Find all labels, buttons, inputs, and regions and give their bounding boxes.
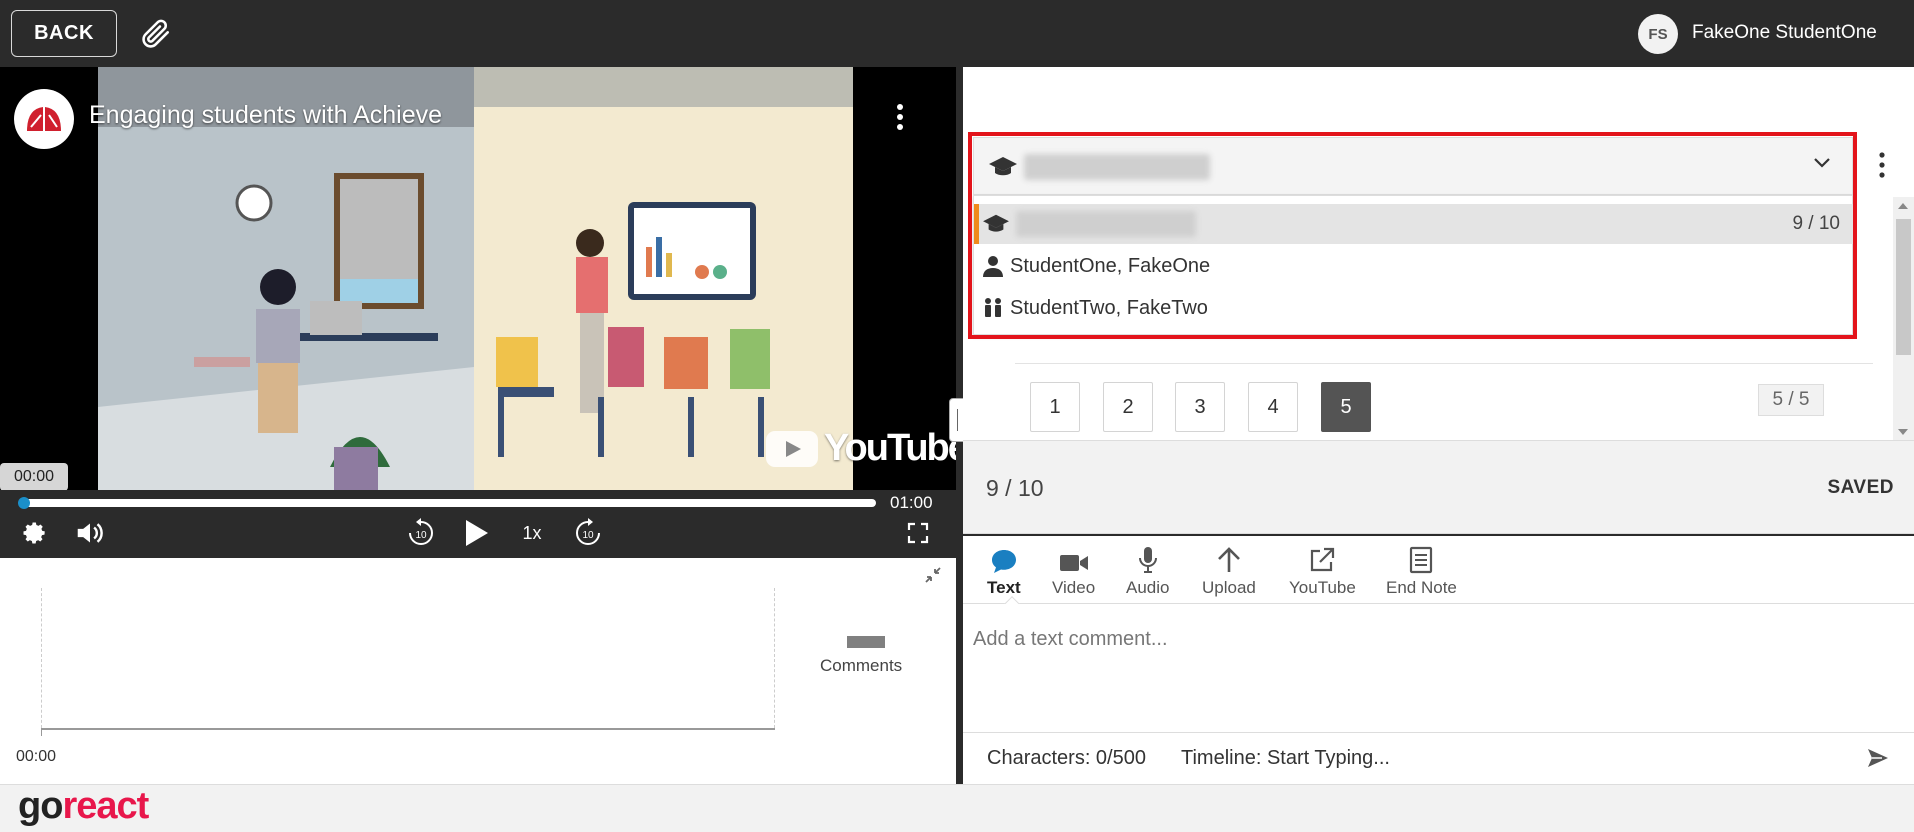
- comment-timeline: 00:00 Comments: [0, 558, 956, 784]
- settings-gear-icon[interactable]: [16, 515, 52, 551]
- student-name: StudentTwo, FakeTwo: [1010, 296, 1208, 319]
- tool-youtube[interactable]: YouTube: [1289, 544, 1356, 598]
- page-button-1[interactable]: 1: [1030, 382, 1080, 432]
- play-icon[interactable]: [458, 515, 494, 551]
- people-icon: [982, 296, 1010, 320]
- tool-video[interactable]: Video: [1052, 544, 1095, 598]
- fullscreen-icon[interactable]: [900, 515, 936, 551]
- forward-seconds: 10: [582, 530, 594, 541]
- character-count: Characters: 0/500: [987, 747, 1146, 769]
- timeline-grid-line: [41, 588, 42, 728]
- back-button[interactable]: BACK: [11, 10, 117, 57]
- dropdown-option-student[interactable]: StudentOne, FakeOne: [974, 246, 1854, 286]
- graduation-cap-icon: [982, 212, 1010, 236]
- brand-go: go: [18, 785, 63, 827]
- forward-10-icon[interactable]: 10: [570, 515, 606, 551]
- rewind-seconds: 10: [415, 530, 427, 541]
- dropdown-option-group-members[interactable]: StudentTwo, FakeTwo: [974, 288, 1854, 328]
- video-title[interactable]: Engaging students with Achieve: [89, 101, 442, 130]
- scroll-down-arrow-icon[interactable]: [1898, 429, 1908, 435]
- grader-area: 9 / 10 StudentOne, FakeOne StudentTwo, F…: [963, 67, 1914, 441]
- page-button-5[interactable]: 5: [1321, 382, 1371, 432]
- total-score: 9 / 10: [986, 475, 1044, 501]
- page-count: 5 / 5: [1758, 384, 1824, 416]
- tool-text[interactable]: Text: [987, 544, 1021, 598]
- comment-type-toolbar: Text Video Audio Upload YouTube End Note: [963, 534, 1914, 616]
- tool-upload[interactable]: Upload: [1202, 544, 1256, 598]
- channel-logo[interactable]: [14, 89, 74, 149]
- playback-speed[interactable]: 1x: [516, 515, 548, 551]
- speech-bubble-icon: [990, 544, 1018, 574]
- legend-swatch: [847, 636, 885, 648]
- progress-bar[interactable]: [17, 497, 876, 509]
- timeline-axis: [41, 728, 775, 730]
- timeline-start-label: 00:00: [16, 748, 57, 765]
- timeline-grid-line: [774, 588, 775, 728]
- microphone-icon: [1137, 544, 1159, 574]
- tool-end-note[interactable]: End Note: [1386, 544, 1457, 598]
- score-strip: 9 / 10 SAVED: [963, 440, 1914, 534]
- redacted-group-name: [1024, 154, 1210, 180]
- youtube-play-icon: [766, 430, 818, 467]
- tool-label: End Note: [1386, 578, 1457, 597]
- tool-label: Upload: [1202, 578, 1256, 597]
- page-button-2[interactable]: 2: [1103, 382, 1153, 432]
- video-camera-icon: [1059, 544, 1089, 574]
- upload-arrow-icon: [1215, 544, 1243, 574]
- brand-react: react: [62, 785, 149, 827]
- top-bar: BACK FS FakeOne StudentOne: [0, 0, 1914, 67]
- dropdown-option-group[interactable]: 9 / 10: [974, 204, 1854, 244]
- tool-label: Video: [1052, 578, 1096, 597]
- comment-input[interactable]: [963, 604, 1914, 732]
- tool-audio[interactable]: Audio: [1126, 544, 1169, 598]
- scroll-thumb[interactable]: [1896, 219, 1911, 355]
- time-tooltip: 00:00: [0, 463, 68, 490]
- youtube-wordmark: YouTube: [824, 427, 956, 469]
- tool-label: YouTube: [1289, 578, 1356, 597]
- group-score: 9 / 10: [1792, 213, 1840, 234]
- tool-label: Text: [987, 578, 1021, 597]
- timeline-status: Timeline: Start Typing...: [1181, 747, 1390, 769]
- collapse-icon[interactable]: [924, 566, 942, 584]
- grading-panel: 3 9 / 10: [963, 67, 1914, 784]
- progress-handle[interactable]: [17, 497, 30, 509]
- user-name[interactable]: FakeOne StudentOne: [1692, 22, 1877, 44]
- duration: 01:00: [890, 493, 933, 512]
- document-icon: [1409, 544, 1433, 574]
- page-button-4[interactable]: 4: [1248, 382, 1298, 432]
- student-name: StudentOne, FakeOne: [1010, 254, 1211, 277]
- chevron-down-icon[interactable]: [1812, 156, 1832, 175]
- divider: [1015, 363, 1873, 364]
- player-controls: 01:00 10 1x 10: [0, 490, 956, 558]
- video-player[interactable]: Engaging students with Achieve YouTube 0…: [0, 67, 956, 490]
- youtube-watermark[interactable]: YouTube: [766, 427, 956, 470]
- more-options-icon[interactable]: [1874, 147, 1890, 183]
- legend-label: Comments: [820, 656, 903, 675]
- grader-select[interactable]: [973, 137, 1853, 195]
- tool-label: Audio: [1126, 578, 1170, 597]
- video-more-options-icon[interactable]: [890, 99, 910, 135]
- external-link-icon: [1308, 544, 1336, 574]
- send-icon[interactable]: [1866, 747, 1892, 771]
- page-button-3[interactable]: 3: [1175, 382, 1225, 432]
- comment-footer: Characters: 0/500 Timeline: Start Typing…: [963, 732, 1914, 784]
- save-status: SAVED: [1827, 477, 1894, 498]
- redacted-group-name: [1016, 211, 1196, 237]
- grader-dropdown: 9 / 10 StudentOne, FakeOne StudentTwo, F…: [973, 195, 1854, 335]
- footer: goreact: [0, 784, 1914, 832]
- graduation-cap-icon: [988, 154, 1018, 185]
- video-thumbnail-illustration: [98, 67, 853, 490]
- avatar[interactable]: FS: [1638, 14, 1678, 54]
- scrollbar[interactable]: [1893, 197, 1914, 441]
- rewind-10-icon[interactable]: 10: [403, 515, 439, 551]
- timeline-tick: [41, 728, 42, 736]
- goreact-logo: goreact: [18, 785, 149, 828]
- scroll-up-arrow-icon[interactable]: [1898, 203, 1908, 209]
- person-icon: [982, 254, 1010, 278]
- paperclip-icon[interactable]: [138, 15, 172, 51]
- volume-icon[interactable]: [70, 515, 110, 551]
